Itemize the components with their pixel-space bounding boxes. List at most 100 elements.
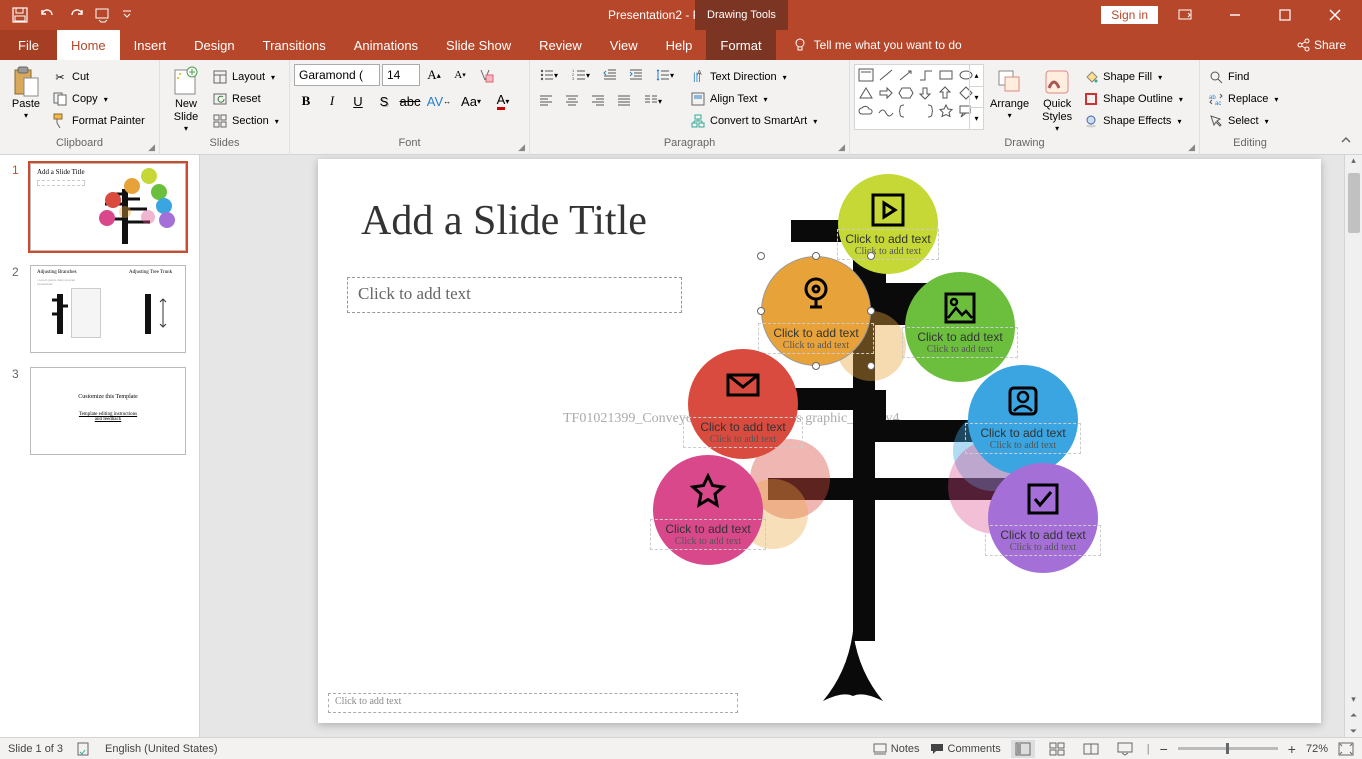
tab-home[interactable]: Home (57, 30, 120, 60)
thumbnail-3[interactable]: 3 Customize this Template Template editi… (12, 367, 187, 455)
tab-insert[interactable]: Insert (120, 30, 181, 60)
char-spacing-icon[interactable]: AV↔ (424, 90, 454, 112)
change-case-icon[interactable]: Aa▾ (456, 90, 486, 112)
maximize-icon[interactable] (1262, 0, 1308, 30)
replace-button[interactable]: abacReplace▾ (1204, 88, 1282, 110)
gallery-down-icon[interactable]: ▾ (970, 86, 983, 108)
tab-format[interactable]: Format (706, 30, 775, 60)
resize-handle[interactable] (867, 252, 875, 260)
shape-effects-button[interactable]: Shape Effects▾ (1079, 110, 1187, 132)
scroll-down-icon[interactable]: ▾ (1345, 694, 1362, 705)
layout-button[interactable]: Layout▾ (208, 66, 283, 88)
spell-check-icon[interactable] (77, 742, 91, 756)
circle-text-placeholder[interactable]: Click to add text Click to add text (965, 423, 1081, 454)
underline-icon[interactable]: U (346, 90, 370, 112)
shape-outline-button[interactable]: Shape Outline▾ (1079, 88, 1187, 110)
language-indicator[interactable]: English (United States) (105, 743, 218, 755)
resize-handle[interactable] (757, 307, 765, 315)
circle-text-placeholder[interactable]: Click to add text Click to add text (902, 327, 1018, 358)
tab-slideshow[interactable]: Slide Show (432, 30, 525, 60)
line-spacing-icon[interactable]: ▾ (650, 64, 680, 86)
circle-text-placeholder[interactable]: Click to add text Click to add text (683, 417, 803, 448)
reset-button[interactable]: Reset (208, 88, 283, 110)
gallery-up-icon[interactable]: ▴ (970, 65, 983, 86)
slide-title-placeholder[interactable]: Add a Slide Title (361, 197, 647, 245)
dialog-launcher-icon[interactable]: ◢ (148, 142, 155, 153)
redo-icon[interactable] (64, 3, 88, 27)
zoom-out-icon[interactable]: − (1160, 741, 1168, 757)
bullets-icon[interactable]: ▾ (534, 64, 564, 86)
slide-sorter-icon[interactable] (1045, 740, 1069, 758)
bold-icon[interactable]: B (294, 90, 318, 112)
reading-view-icon[interactable] (1079, 740, 1103, 758)
minimize-icon[interactable] (1212, 0, 1258, 30)
resize-handle[interactable] (757, 252, 765, 260)
tab-file[interactable]: File (0, 30, 57, 60)
close-icon[interactable] (1312, 0, 1358, 30)
clear-formatting-icon[interactable] (474, 64, 498, 86)
slide-canvas-area[interactable]: Add a Slide Title Click to add text Clic… (200, 155, 1362, 737)
font-size-combo[interactable] (382, 64, 420, 86)
numbering-icon[interactable]: 123▾ (566, 64, 596, 86)
resize-handle[interactable] (812, 362, 820, 370)
tab-help[interactable]: Help (652, 30, 707, 60)
undo-icon[interactable] (36, 3, 60, 27)
zoom-slider[interactable] (1178, 747, 1278, 750)
slideshow-view-icon[interactable] (1113, 740, 1137, 758)
paste-button[interactable]: Paste ▾ (4, 64, 48, 123)
circle-text-placeholder[interactable]: Click to add text Click to add text (837, 229, 939, 260)
fit-to-window-icon[interactable] (1338, 742, 1354, 756)
circle-text-placeholder[interactable]: Click to add text Click to add text (985, 525, 1101, 556)
vertical-scrollbar[interactable]: ▴ ▾ ⏶ ⏷ (1344, 155, 1362, 737)
decrease-font-icon[interactable]: A▾ (448, 64, 472, 86)
align-left-icon[interactable] (534, 90, 558, 112)
gallery-more-icon[interactable]: ▾ (970, 107, 983, 129)
resize-handle[interactable] (812, 252, 820, 260)
tab-view[interactable]: View (596, 30, 652, 60)
resize-handle[interactable] (867, 362, 875, 370)
normal-view-icon[interactable] (1011, 740, 1035, 758)
circle-check[interactable] (988, 463, 1098, 573)
font-color-icon[interactable]: A▾ (488, 90, 518, 112)
scroll-up-icon[interactable]: ▴ (1345, 155, 1362, 171)
slide[interactable]: Add a Slide Title Click to add text Clic… (318, 159, 1321, 723)
zoom-in-icon[interactable]: + (1288, 741, 1296, 757)
tab-animations[interactable]: Animations (340, 30, 432, 60)
decrease-indent-icon[interactable] (598, 64, 622, 86)
font-name-combo[interactable] (294, 64, 380, 86)
tell-me-search[interactable]: Tell me what you want to do (776, 30, 978, 60)
shadow-icon[interactable]: S (372, 90, 396, 112)
dialog-launcher-icon[interactable]: ◢ (518, 142, 525, 153)
tab-design[interactable]: Design (180, 30, 248, 60)
shape-fill-button[interactable]: Shape Fill▾ (1079, 66, 1187, 88)
strikethrough-icon[interactable]: abc (398, 90, 422, 112)
align-right-icon[interactable] (586, 90, 610, 112)
dialog-launcher-icon[interactable]: ◢ (1188, 142, 1195, 153)
tab-transitions[interactable]: Transitions (249, 30, 340, 60)
ribbon-display-options-icon[interactable] (1162, 0, 1208, 30)
text-direction-button[interactable]: |||AText Direction▾ (686, 66, 821, 88)
find-button[interactable]: Find (1204, 66, 1282, 88)
select-button[interactable]: Select▾ (1204, 110, 1282, 132)
thumbnail-1-preview[interactable]: Add a Slide Title (30, 163, 186, 251)
thumbnail-1[interactable]: 1 Add a Slide Title (12, 163, 187, 251)
collapse-ribbon-icon[interactable] (1340, 134, 1356, 150)
tab-review[interactable]: Review (525, 30, 596, 60)
thumbnail-2-preview[interactable]: Adjusting Branches Adjusting Tree Trunk … (30, 265, 186, 353)
circle-text-placeholder[interactable]: Click to add text Click to add text (758, 323, 874, 354)
columns-icon[interactable]: ▾ (638, 90, 668, 112)
thumbnail-3-preview[interactable]: Customize this Template Template editing… (30, 367, 186, 455)
slide-subtitle-placeholder[interactable]: Click to add text (347, 277, 682, 313)
quick-styles-button[interactable]: Quick Styles▾ (1035, 64, 1079, 136)
italic-icon[interactable]: I (320, 90, 344, 112)
slide-thumbnails-panel[interactable]: 1 Add a Slide Title 2 (0, 155, 200, 737)
next-slide-icon[interactable]: ⏷ (1345, 726, 1362, 737)
comments-button[interactable]: Comments (930, 743, 1001, 755)
share-button[interactable]: Share (1280, 30, 1362, 60)
scrollbar-thumb[interactable] (1348, 173, 1360, 233)
circle-person[interactable] (968, 365, 1078, 475)
dialog-launcher-icon[interactable]: ◢ (838, 142, 845, 153)
new-slide-button[interactable]: New Slide ▾ (164, 64, 208, 136)
align-center-icon[interactable] (560, 90, 584, 112)
increase-indent-icon[interactable] (624, 64, 648, 86)
